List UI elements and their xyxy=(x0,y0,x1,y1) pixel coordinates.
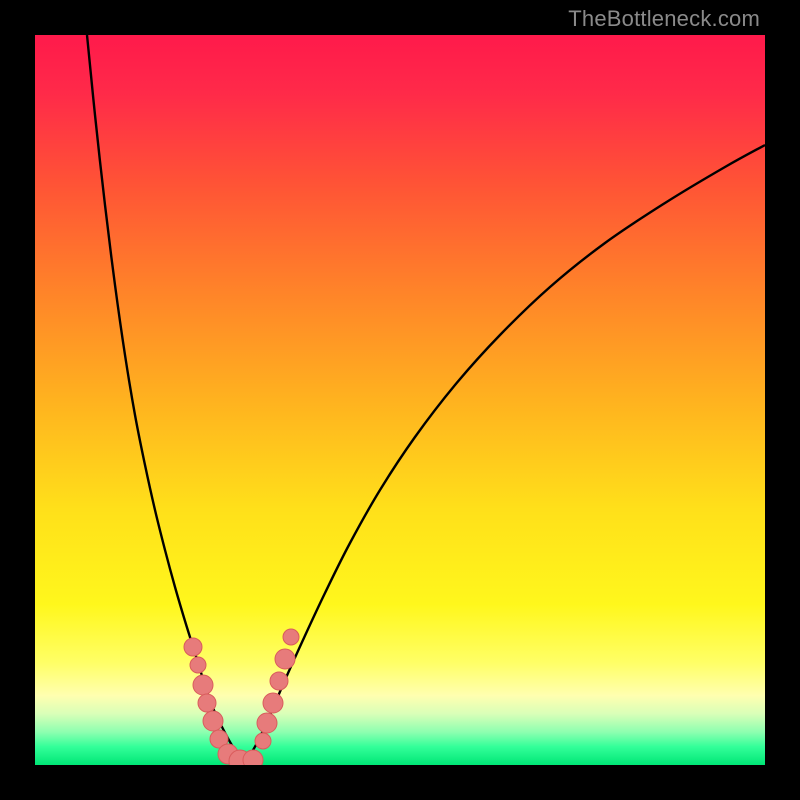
sample-marker xyxy=(243,750,263,765)
sample-marker xyxy=(263,693,283,713)
sample-marker xyxy=(190,657,206,673)
curve-layer xyxy=(35,35,765,765)
right-curve xyxy=(245,145,765,763)
sample-marker xyxy=(270,672,288,690)
watermark-text: TheBottleneck.com xyxy=(568,6,760,32)
sample-marker xyxy=(184,638,202,656)
sample-marker xyxy=(255,733,271,749)
sample-marker xyxy=(257,713,277,733)
sample-marker xyxy=(198,694,216,712)
left-curve xyxy=(87,35,245,763)
sample-marker xyxy=(283,629,299,645)
marker-group xyxy=(184,629,299,765)
sample-marker xyxy=(203,711,223,731)
sample-marker xyxy=(275,649,295,669)
sample-marker xyxy=(193,675,213,695)
frame: TheBottleneck.com xyxy=(0,0,800,800)
plot-area xyxy=(35,35,765,765)
